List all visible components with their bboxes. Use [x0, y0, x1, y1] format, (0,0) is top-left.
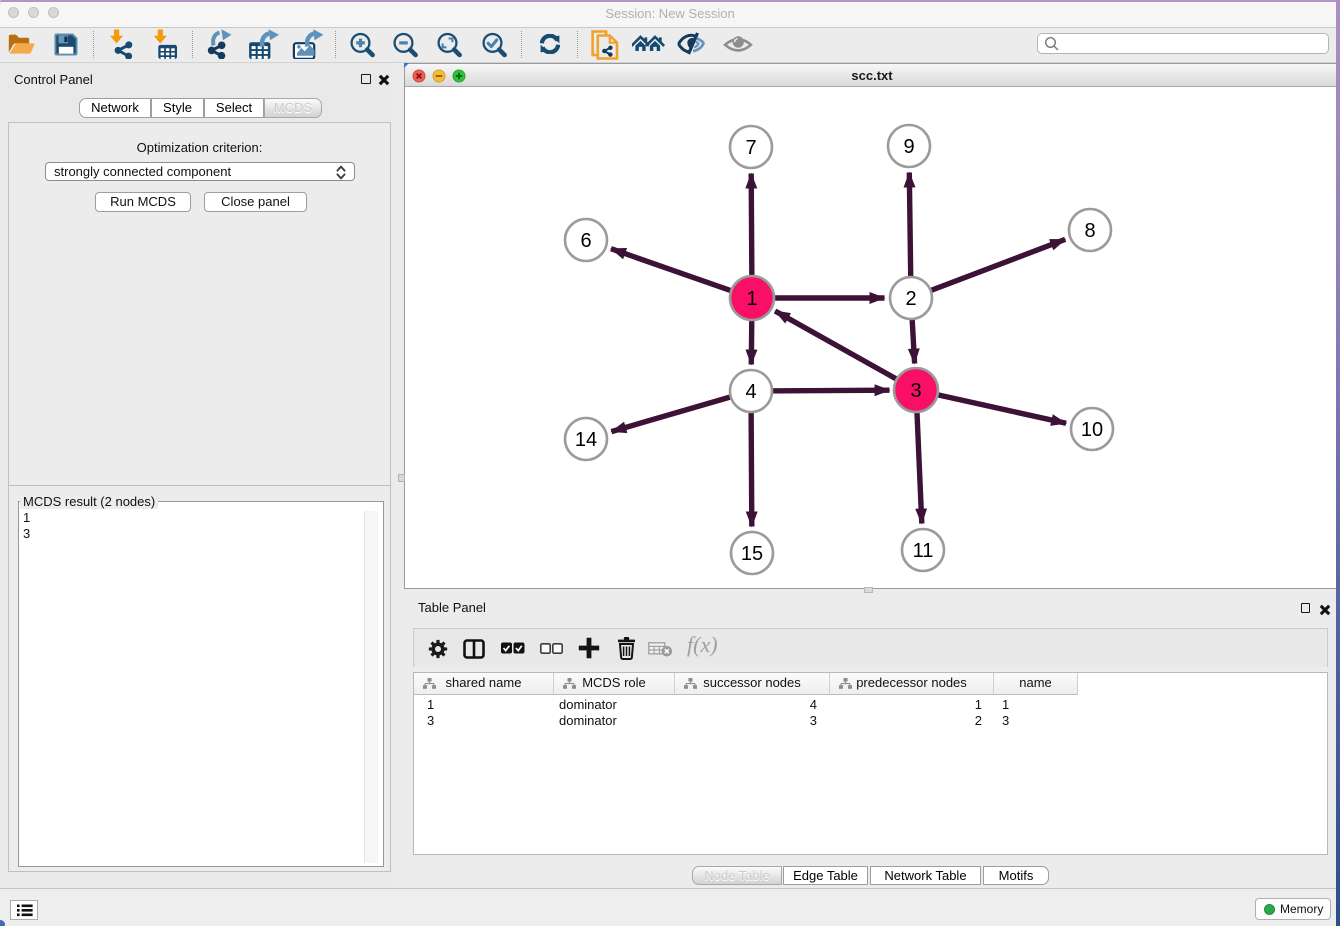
svg-text:7: 7	[745, 137, 756, 159]
svg-text:15: 15	[741, 543, 763, 565]
svg-text:3: 3	[910, 380, 921, 402]
svg-text:2: 2	[905, 288, 916, 310]
svg-text:4: 4	[745, 381, 756, 403]
svg-text:10: 10	[1081, 419, 1103, 441]
svg-text:9: 9	[903, 136, 914, 158]
svg-text:14: 14	[575, 429, 597, 451]
svg-text:8: 8	[1084, 220, 1095, 242]
svg-text:1: 1	[746, 288, 757, 310]
svg-text:6: 6	[580, 230, 591, 252]
svg-text:11: 11	[913, 540, 934, 562]
